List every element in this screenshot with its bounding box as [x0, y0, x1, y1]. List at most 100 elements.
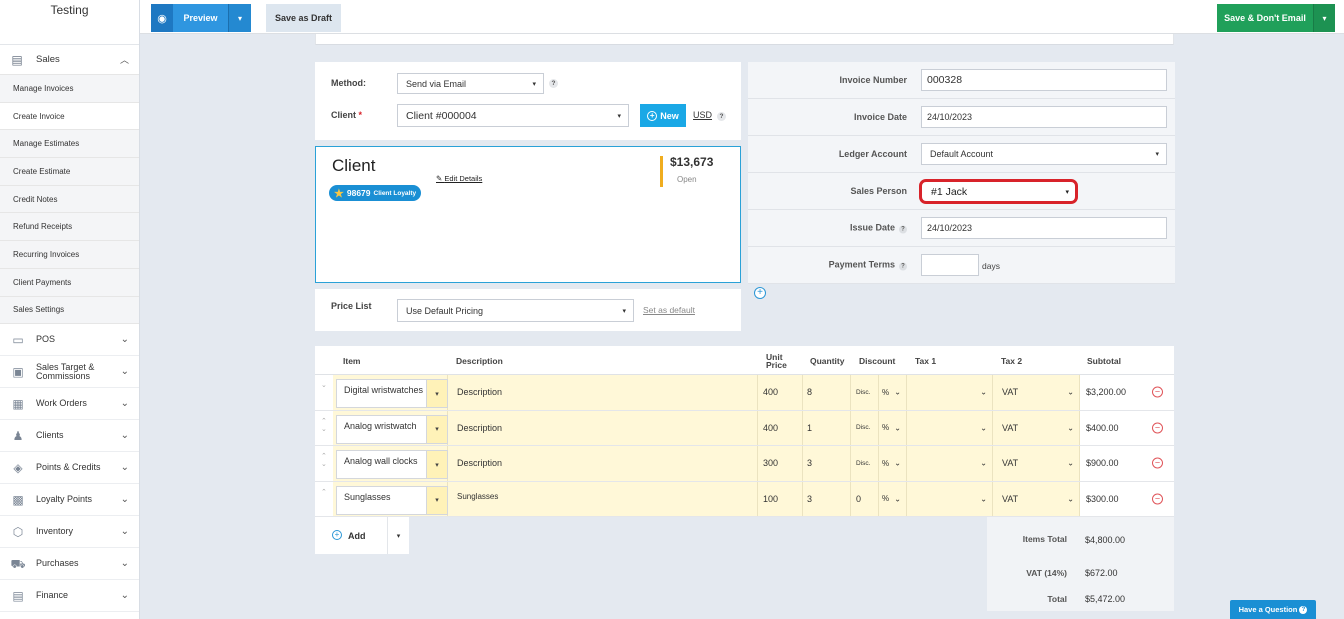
sidebar-item-points-credits[interactable]: ◈ Points & Credits ⌄ [0, 452, 139, 485]
remove-row-icon[interactable]: − [1152, 457, 1163, 469]
discount-input[interactable]: 0 [851, 481, 879, 516]
help-icon[interactable]: ? [717, 112, 726, 121]
items-total-label: Items Total [1022, 534, 1067, 544]
help-icon[interactable]: ? [549, 79, 558, 88]
discount-input[interactable]: Disc. [851, 375, 879, 410]
discount-input[interactable]: Disc. [851, 410, 879, 445]
add-dropdown-button[interactable]: ▾ [387, 517, 409, 554]
sidebar-item-create-invoice[interactable]: Create Invoice [0, 102, 139, 131]
unit-price-input[interactable]: 100 [758, 481, 803, 516]
preview-dropdown-button[interactable]: ▾ [228, 4, 251, 32]
method-select[interactable]: Send via Email ▾ [397, 73, 544, 94]
sidebar-item-credit-notes[interactable]: Credit Notes [0, 185, 139, 214]
unit-price-input[interactable]: 400 [758, 375, 803, 410]
remove-row-icon[interactable]: − [1152, 422, 1163, 434]
quantity-input[interactable]: 1 [803, 410, 851, 445]
invoice-date-row: Invoice Date 24/10/2023 [748, 99, 1175, 136]
invoice-date-input[interactable]: 24/10/2023 [921, 106, 1167, 128]
sidebar-item-client-payments[interactable]: Client Payments [0, 268, 139, 297]
remove-row-icon[interactable]: − [1152, 493, 1163, 505]
sidebar-item-finance[interactable]: ▤ Finance ⌄ [0, 580, 139, 613]
new-client-button[interactable]: + New [640, 104, 686, 127]
sidebar-item-sales-settings[interactable]: Sales Settings [0, 296, 139, 325]
discount-type-select[interactable]: % ⌄ [879, 446, 907, 481]
invoice-number-input[interactable]: 000328 [921, 69, 1167, 91]
description-input[interactable]: Description [448, 410, 758, 445]
tax1-select[interactable]: ⌄ [907, 481, 993, 516]
sales-person-select[interactable]: #1 Jack ▾ [919, 179, 1078, 204]
quantity-input[interactable]: 8 [803, 375, 851, 410]
caret-down-icon[interactable]: ▾ [426, 450, 448, 479]
caret-down-icon[interactable]: ▾ [426, 485, 448, 515]
currency-link[interactable]: USD [693, 110, 712, 120]
save-dropdown-button[interactable]: ▾ [1313, 4, 1335, 32]
sidebar-item-inventory[interactable]: ⬡ Inventory ⌄ [0, 516, 139, 549]
sidebar-item-loyalty-points[interactable]: ▩ Loyalty Points ⌄ [0, 484, 139, 517]
payment-terms-input[interactable] [921, 254, 979, 276]
tax1-select[interactable]: ⌄ [907, 446, 993, 481]
unit-price-input[interactable]: 300 [758, 446, 803, 481]
add-item-button[interactable]: Add [348, 531, 366, 541]
tax2-select[interactable]: VAT ⌄ [993, 446, 1080, 481]
discount-type-select[interactable]: % ⌄ [879, 375, 907, 410]
money-icon: ▣ [12, 364, 24, 379]
description-input[interactable]: Sunglasses [448, 481, 758, 516]
caret-down-icon[interactable]: ▾ [426, 379, 448, 408]
issue-date-input[interactable]: 24/10/2023 [921, 217, 1167, 239]
ledger-account-select[interactable]: Default Account ▾ [921, 143, 1167, 165]
table-row: ⌃ Sunglasses ▾ Sunglasses 100 3 0 % ⌄ ⌄ V… [315, 481, 1174, 517]
help-icon: ? [899, 225, 907, 234]
sidebar-item-sales-target[interactable]: ▣ Sales Target & Commissions ⌄ [0, 356, 139, 389]
discount-input[interactable]: Disc. [851, 446, 879, 481]
sidebar-item-create-estimate[interactable]: Create Estimate [0, 158, 139, 186]
description-input[interactable]: Description [448, 375, 758, 410]
vat-value: $672.00 [1085, 568, 1118, 578]
sidebar-item-manage-estimates[interactable]: Manage Estimates [0, 130, 139, 159]
sidebar-item-clients[interactable]: ♟ Clients ⌄ [0, 420, 139, 453]
sidebar: Testing ▤ Sales ︿ Manage Invoices Create… [0, 0, 140, 619]
sort-icon[interactable]: ⌄ [321, 382, 327, 390]
preview-button[interactable]: Preview [173, 4, 228, 32]
tax2-select[interactable]: VAT ⌄ [993, 410, 1080, 445]
chevron-down-icon: ⌄ [120, 334, 129, 346]
tax1-select[interactable]: ⌄ [907, 410, 993, 445]
eye-icon[interactable]: ◉ [151, 4, 173, 32]
quantity-input[interactable]: 3 [803, 481, 851, 516]
client-select[interactable]: Client #000004 ▾ [397, 104, 629, 127]
sidebar-item-manage-invoices[interactable]: Manage Invoices [0, 75, 139, 103]
sort-icon[interactable]: ⌃ ⌄ [321, 453, 327, 469]
help-icon: ? [899, 262, 907, 271]
col-unit-price: Unit Price [766, 351, 787, 370]
caret-down-icon: ▾ [617, 112, 621, 120]
caret-down-icon[interactable]: ▾ [426, 414, 448, 444]
have-question-button[interactable]: Have a Question ? [1230, 600, 1316, 619]
sidebar-item-recurring-invoices[interactable]: Recurring Invoices [0, 241, 139, 269]
tax2-select[interactable]: VAT ⌄ [993, 375, 1080, 410]
col-item: Item [343, 355, 361, 366]
edit-details-link[interactable]: ✎ Edit Details [436, 174, 482, 183]
set-default-link[interactable]: Set as default [643, 305, 695, 315]
save-dont-email-button[interactable]: Save & Don't Email [1217, 4, 1313, 32]
sort-icon[interactable]: ⌃ [321, 489, 327, 497]
tax2-select[interactable]: VAT ⌄ [993, 481, 1080, 516]
add-field-icon[interactable]: + [754, 287, 766, 299]
sort-icon[interactable]: ⌃ ⌄ [321, 418, 327, 434]
discount-type-select[interactable]: % ⌄ [879, 481, 907, 516]
save-draft-button[interactable]: Save as Draft [266, 4, 341, 32]
sidebar-item-pos[interactable]: ▭ POS ⌄ [0, 324, 139, 357]
sidebar-item-work-orders[interactable]: ▦ Work Orders ⌄ [0, 388, 139, 421]
col-discount: Discount [859, 355, 896, 366]
unit-price-input[interactable]: 400 [758, 410, 803, 445]
remove-row-icon[interactable]: − [1152, 386, 1163, 398]
sidebar-item-refund-receipts[interactable]: Refund Receipts [0, 213, 139, 242]
quantity-input[interactable]: 3 [803, 446, 851, 481]
discount-type-select[interactable]: % ⌄ [879, 410, 907, 445]
sidebar-item-purchases[interactable]: ⛟ Purchases ⌄ [0, 548, 139, 581]
loyalty-badge: ★ 98679 Client Loyalty [329, 185, 422, 201]
price-list-select[interactable]: Use Default Pricing ▾ [397, 299, 634, 322]
col-tax1: Tax 1 [915, 355, 937, 366]
description-input[interactable]: Description [448, 446, 758, 481]
tax1-select[interactable]: ⌄ [907, 375, 993, 410]
add-item-control: + Add ▾ [315, 517, 409, 554]
sidebar-section-sales[interactable]: ▤ Sales ︿ [0, 45, 139, 75]
